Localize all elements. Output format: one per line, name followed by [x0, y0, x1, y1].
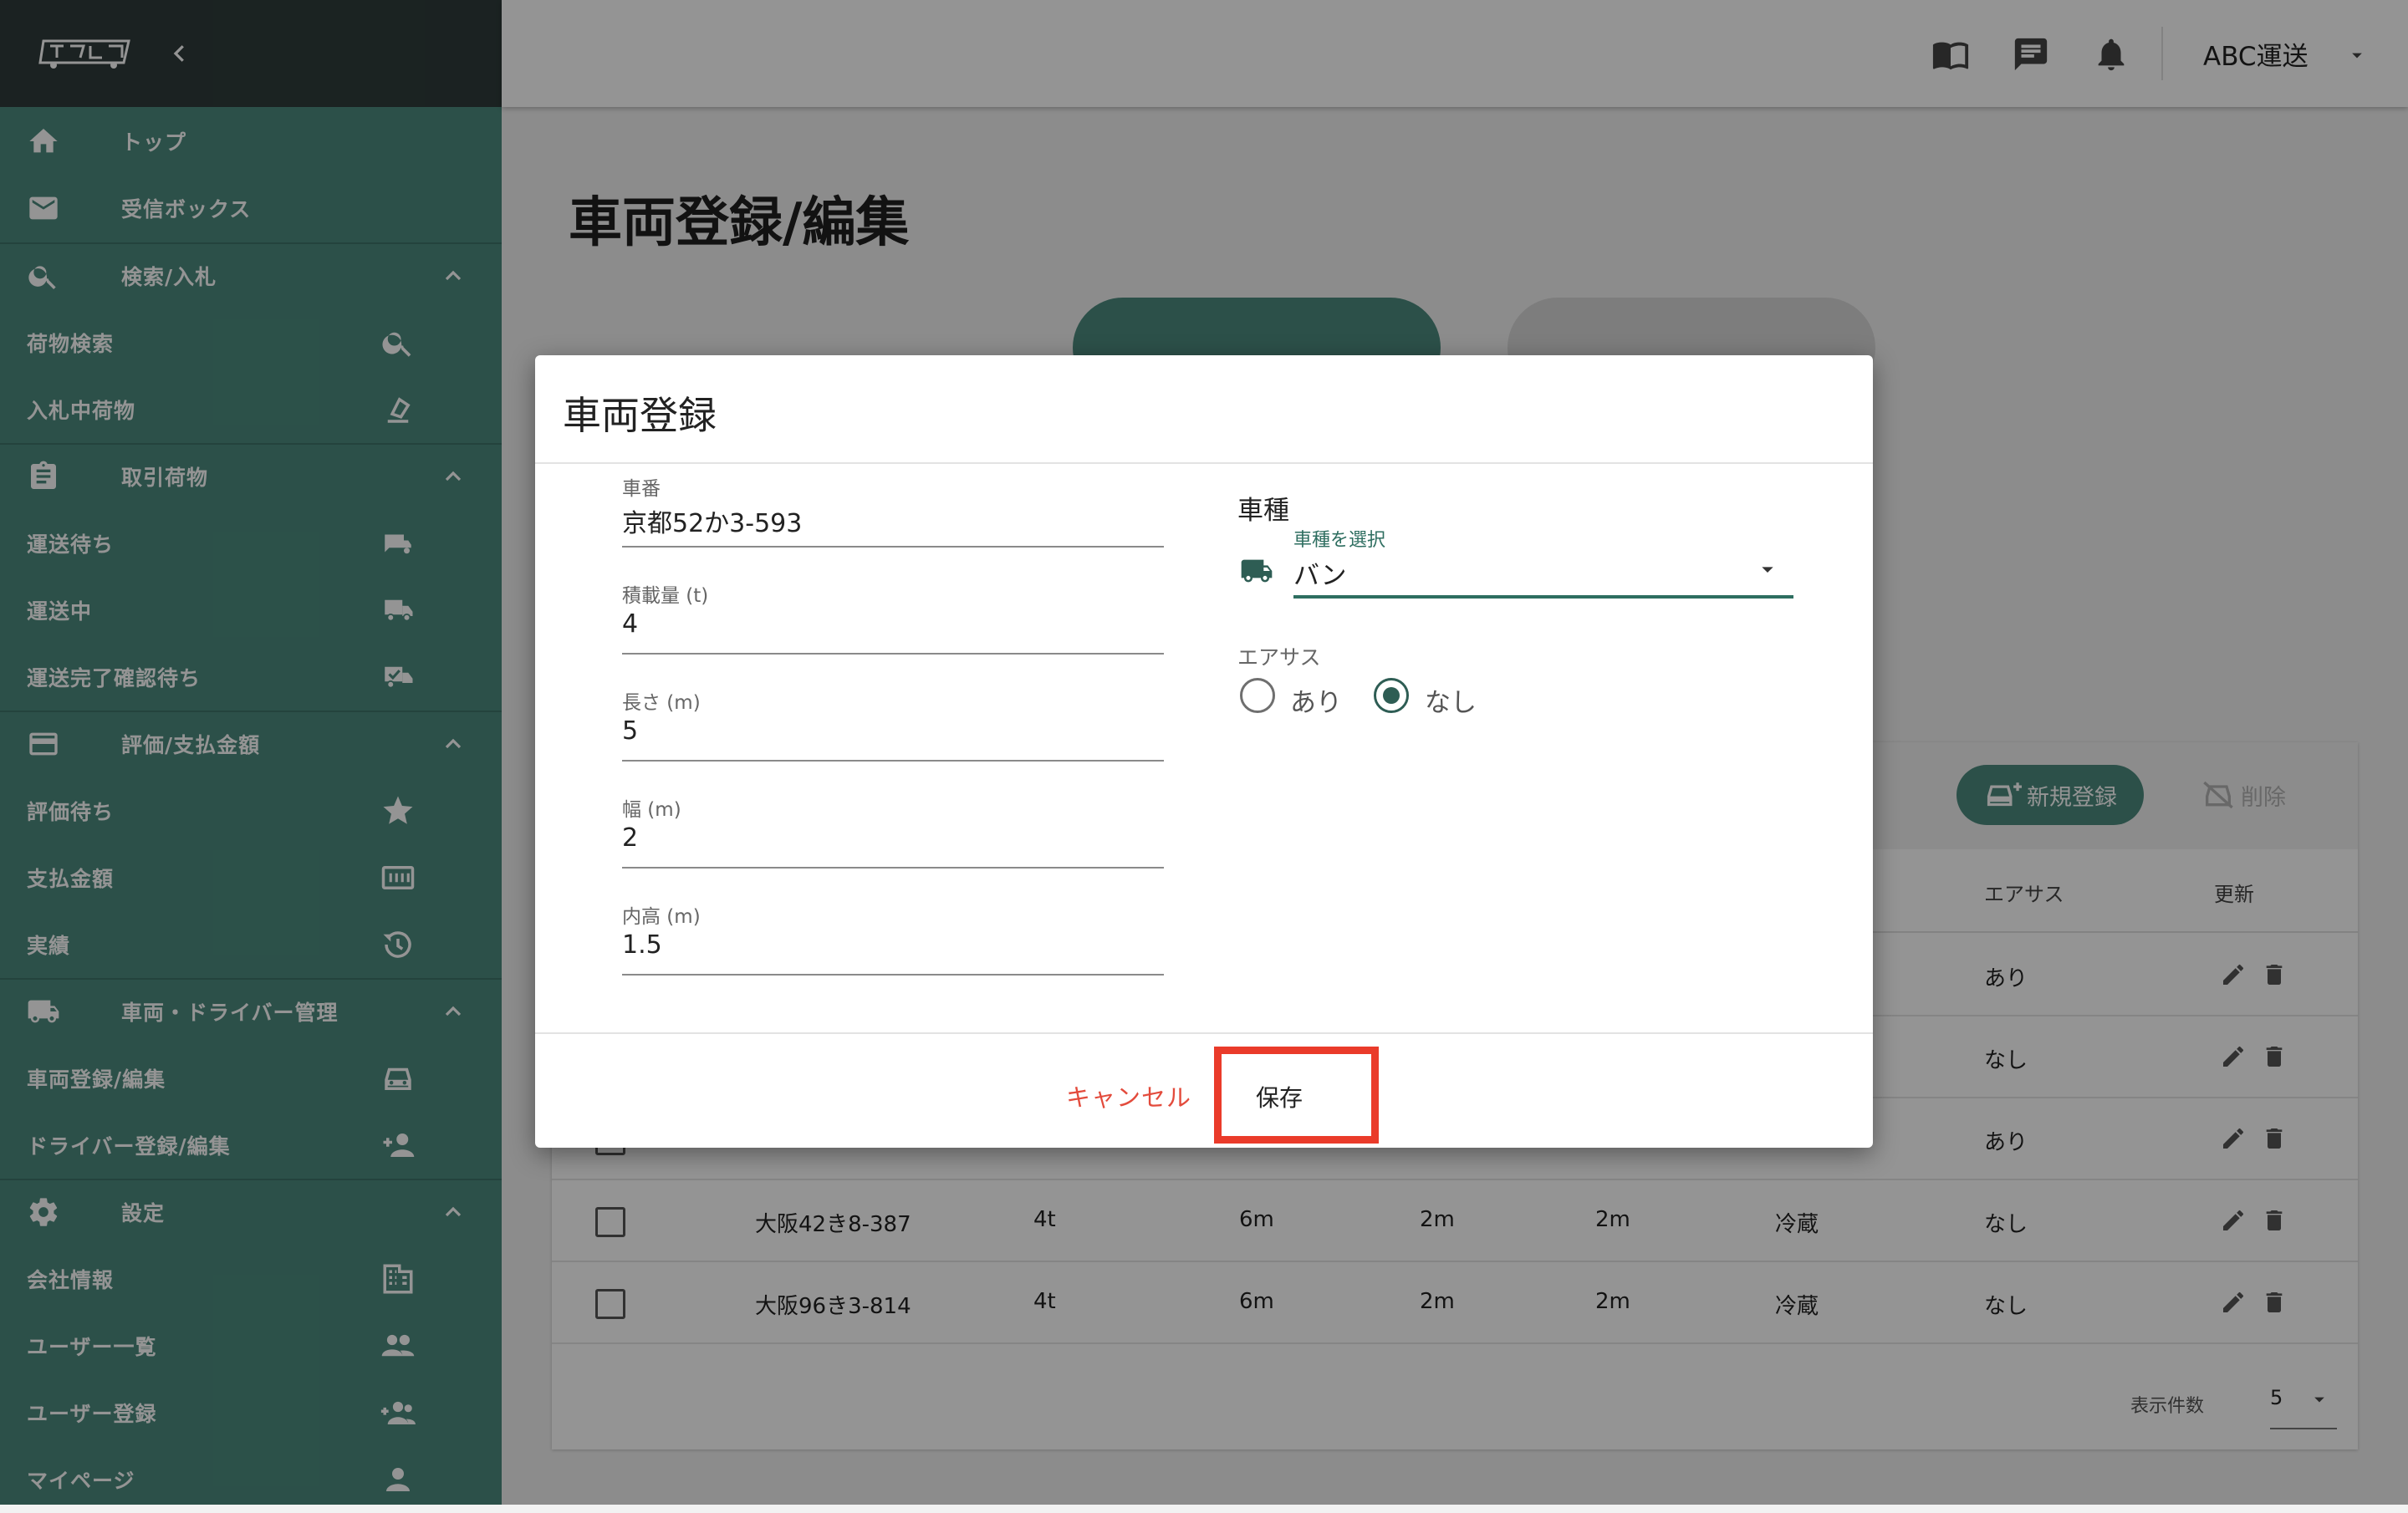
field-value[interactable]: 5: [622, 716, 638, 746]
field-value[interactable]: 4: [622, 609, 638, 639]
cancel-button[interactable]: キャンセル: [1066, 1078, 1191, 1112]
field-label: 積載量 (t): [622, 585, 709, 607]
width-field[interactable]: 幅 (m) 2: [622, 793, 1164, 874]
vehicle-type-select[interactable]: バン: [1293, 554, 1347, 592]
vehicle-type-select-label: 車種を選択: [1293, 530, 1386, 551]
radio-air-no[interactable]: [1374, 678, 1409, 713]
field-label: 長さ (m): [622, 692, 701, 714]
inner-height-field[interactable]: 内高 (m) 1.5: [622, 900, 1164, 981]
dialog-title: 車両登録: [563, 393, 717, 438]
load-capacity-field[interactable]: 積載量 (t) 4: [622, 579, 1164, 660]
save-button-highlight: [1214, 1047, 1379, 1144]
vehicle-register-dialog: 車両登録 車番 京都52か3-593 積載量 (t) 4 長さ (m) 5 幅 …: [535, 355, 1873, 1148]
field-label: 幅 (m): [622, 799, 681, 821]
radio-label-yes[interactable]: あり: [1290, 681, 1342, 719]
field-value[interactable]: 京都52か3-593: [622, 502, 802, 539]
radio-label-no[interactable]: なし: [1425, 681, 1477, 719]
length-field[interactable]: 長さ (m) 5: [622, 686, 1164, 767]
field-value[interactable]: 1.5: [622, 930, 662, 960]
truck-icon: [1241, 559, 1273, 583]
radio-air-yes[interactable]: [1240, 678, 1275, 713]
air-suspension-label: エアサス: [1237, 645, 1321, 670]
caret-down-icon[interactable]: [1754, 556, 1781, 583]
vehicle-type-heading: 車種: [1237, 496, 1289, 526]
field-label: 車番: [622, 478, 661, 500]
field-value[interactable]: 2: [622, 823, 638, 853]
plate-number-field[interactable]: 車番 京都52か3-593: [622, 472, 1164, 553]
field-label: 内高 (m): [622, 906, 701, 928]
